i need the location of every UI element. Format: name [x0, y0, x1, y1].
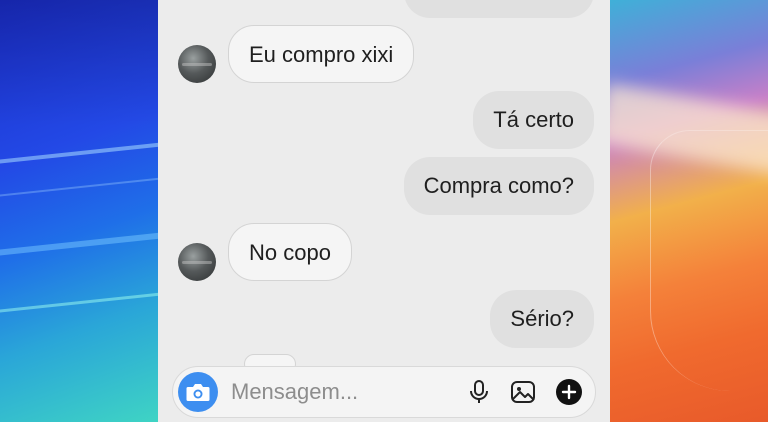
microphone-icon[interactable]: [465, 378, 493, 406]
message-bubble-sent[interactable]: Compra como?: [403, 157, 594, 215]
message-bubble-partial: [404, 0, 594, 18]
gallery-icon[interactable]: [509, 378, 537, 406]
message-bubble-received[interactable]: Eu compro xixi: [228, 25, 415, 83]
message-bubble-sent[interactable]: Tá certo: [473, 91, 594, 149]
background-left-panel: [0, 0, 160, 422]
camera-icon: [186, 384, 210, 401]
plus-icon[interactable]: [555, 378, 583, 406]
camera-button[interactable]: [178, 372, 218, 412]
avatar[interactable]: [178, 45, 216, 83]
message-bubble-received[interactable]: No copo: [228, 223, 352, 281]
message-composer: [172, 366, 596, 418]
chat-screen: Eu compro xixi Tá certo Compra como? No …: [158, 0, 610, 422]
message-input[interactable]: [231, 367, 461, 417]
avatar[interactable]: [178, 243, 216, 281]
background-right-panel: [610, 0, 768, 422]
message-bubble-sent[interactable]: Sério?: [490, 290, 594, 348]
